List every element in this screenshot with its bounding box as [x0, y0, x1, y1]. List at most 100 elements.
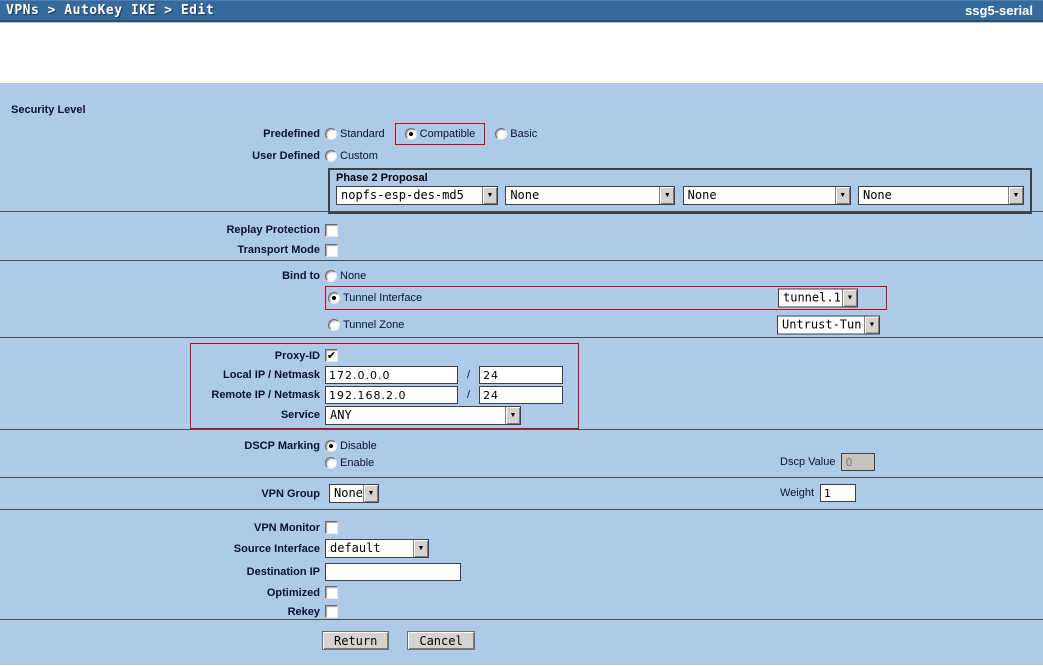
dscp-disable-radio-label[interactable]: Disable	[337, 440, 377, 452]
weight-field: Weight	[780, 484, 856, 502]
dscp-value-field: Dscp Value	[780, 453, 875, 471]
vpn-group-label: VPN Group	[0, 488, 325, 500]
cancel-button[interactable]: Cancel	[407, 631, 474, 650]
vpn-monitor-row: VPN Monitor	[0, 518, 1043, 537]
tunnel-interface-radio-label[interactable]: Tunnel Interface	[340, 292, 422, 304]
compatible-radio-label[interactable]: Compatible	[417, 128, 476, 140]
section-dscp-marking: DSCP Marking Disable Enable Dscp Value	[0, 429, 1043, 477]
custom-radio[interactable]	[325, 150, 337, 162]
standard-radio-label[interactable]: Standard	[337, 128, 385, 140]
top-spacer	[0, 22, 1043, 83]
service-row: Service ANY ▼	[191, 405, 578, 425]
local-ip-input[interactable]	[325, 366, 458, 384]
rekey-checkbox[interactable]	[325, 605, 338, 618]
chevron-down-icon[interactable]: ▼	[482, 187, 497, 204]
phase2-proposal-select-1[interactable]: nopfs-esp-des-md5 ▼	[336, 186, 498, 205]
user-defined-label: User Defined	[0, 150, 325, 162]
local-ip-row: Local IP / Netmask /	[191, 365, 578, 385]
chevron-down-icon[interactable]: ▼	[659, 187, 674, 204]
vpn-group-select[interactable]: None ▼	[329, 484, 379, 503]
proxy-id-checkbox[interactable]	[325, 349, 338, 362]
bind-tunnel-interface-row: Tunnel Interface tunnel.1 ▼	[0, 285, 1043, 311]
tunnel-zone-row-inner: Tunnel Zone Untrust-Tun ▼	[325, 313, 887, 337]
section-vpn-group: VPN Group None ▼ Weight	[0, 477, 1043, 509]
replay-protection-label: Replay Protection	[0, 224, 325, 236]
local-ip-netmask-label: Local IP / Netmask	[191, 369, 325, 381]
destination-ip-input[interactable]	[325, 563, 461, 581]
transport-mode-label: Transport Mode	[0, 244, 325, 256]
service-label: Service	[191, 409, 325, 421]
tunnel-zone-radio-label[interactable]: Tunnel Zone	[340, 319, 404, 331]
destination-ip-label: Destination IP	[0, 566, 325, 578]
dscp-marking-label: DSCP Marking	[0, 440, 325, 452]
basic-radio[interactable]	[495, 128, 507, 140]
breadcrumb[interactable]: VPNs > AutoKey IKE > Edit	[6, 3, 214, 18]
phase2-proposal-select-3[interactable]: None ▼	[683, 186, 851, 205]
destination-ip-row: Destination IP	[0, 560, 1043, 583]
source-interface-select[interactable]: default ▼	[325, 539, 429, 558]
optimized-checkbox[interactable]	[325, 586, 338, 599]
service-select[interactable]: ANY ▼	[325, 406, 521, 425]
dscp-value-input	[841, 453, 875, 471]
vpn-monitor-label: VPN Monitor	[0, 522, 325, 534]
weight-input[interactable]	[820, 484, 856, 502]
replay-protection-checkbox[interactable]	[325, 224, 338, 237]
device-name: ssg5-serial	[965, 3, 1033, 18]
source-interface-select-value: default	[326, 540, 413, 557]
chevron-down-icon[interactable]: ▼	[505, 407, 520, 424]
transport-mode-checkbox[interactable]	[325, 244, 338, 257]
dscp-enable-radio[interactable]	[325, 457, 337, 469]
chevron-down-icon[interactable]: ▼	[363, 485, 378, 502]
chevron-down-icon[interactable]: ▼	[413, 540, 428, 557]
bind-tunnel-zone-row: Tunnel Zone Untrust-Tun ▼	[0, 313, 1043, 337]
predefined-label: Predefined	[0, 128, 325, 140]
phase2-proposal-select-2-value: None	[506, 187, 659, 204]
chevron-down-icon[interactable]: ▼	[1008, 187, 1023, 204]
bind-to-none-row: Bind to None	[0, 267, 1043, 285]
predefined-row: Predefined Standard Compatible Basic	[0, 122, 1043, 146]
custom-radio-label[interactable]: Custom	[337, 150, 378, 162]
section-actions: Return Cancel	[0, 619, 1043, 665]
compatible-highlight-box: Compatible	[395, 123, 486, 145]
remote-ip-row: Remote IP / Netmask /	[191, 385, 578, 405]
tunnel-interface-select[interactable]: tunnel.1 ▼	[778, 289, 858, 308]
phase2-proposal-select-2[interactable]: None ▼	[505, 186, 675, 205]
remote-ip-netmask-label: Remote IP / Netmask	[191, 389, 325, 401]
remote-ip-input[interactable]	[325, 386, 458, 404]
bind-to-label: Bind to	[0, 270, 325, 282]
phase2-proposal-box: Phase 2 Proposal nopfs-esp-des-md5 ▼ Non…	[328, 168, 1032, 214]
section-vpn-monitor: VPN Monitor Source Interface default ▼ D…	[0, 509, 1043, 619]
optimized-label: Optimized	[0, 587, 325, 599]
phase2-proposal-select-4-value: None	[859, 187, 1008, 204]
dscp-enable-radio-label[interactable]: Enable	[337, 457, 374, 469]
bind-none-radio[interactable]	[325, 270, 337, 282]
bind-none-radio-label[interactable]: None	[337, 270, 366, 282]
weight-label: Weight	[780, 487, 814, 499]
return-button[interactable]: Return	[322, 631, 389, 650]
standard-radio[interactable]	[325, 128, 337, 140]
phase2-proposal-select-3-value: None	[684, 187, 835, 204]
section-mode-flags: Replay Protection Transport Mode	[0, 211, 1043, 260]
tunnel-interface-highlight-box: Tunnel Interface tunnel.1 ▼	[325, 286, 887, 310]
section-bind-to: Bind to None Tunnel Interface tunnel.1 ▼…	[0, 260, 1043, 337]
dscp-value-label: Dscp Value	[780, 456, 835, 468]
proxy-id-row: Proxy-ID	[191, 346, 578, 365]
rekey-label: Rekey	[0, 606, 325, 618]
chevron-down-icon[interactable]: ▼	[835, 187, 850, 204]
compatible-radio[interactable]	[405, 128, 417, 140]
phase2-proposal-select-4[interactable]: None ▼	[858, 186, 1024, 205]
remote-netmask-input[interactable]	[479, 386, 563, 404]
vpn-monitor-checkbox[interactable]	[325, 521, 338, 534]
remote-slash-separator: /	[458, 389, 479, 401]
basic-radio-label[interactable]: Basic	[507, 128, 537, 140]
tunnel-zone-select-value: Untrust-Tun	[778, 317, 864, 334]
local-slash-separator: /	[458, 369, 479, 381]
tunnel-zone-select[interactable]: Untrust-Tun ▼	[777, 316, 880, 335]
tunnel-zone-radio[interactable]	[328, 319, 340, 331]
local-netmask-input[interactable]	[479, 366, 563, 384]
chevron-down-icon[interactable]: ▼	[842, 290, 857, 307]
tunnel-interface-radio[interactable]	[328, 292, 340, 304]
source-interface-label: Source Interface	[0, 543, 325, 555]
dscp-disable-radio[interactable]	[325, 440, 337, 452]
chevron-down-icon[interactable]: ▼	[864, 317, 879, 334]
